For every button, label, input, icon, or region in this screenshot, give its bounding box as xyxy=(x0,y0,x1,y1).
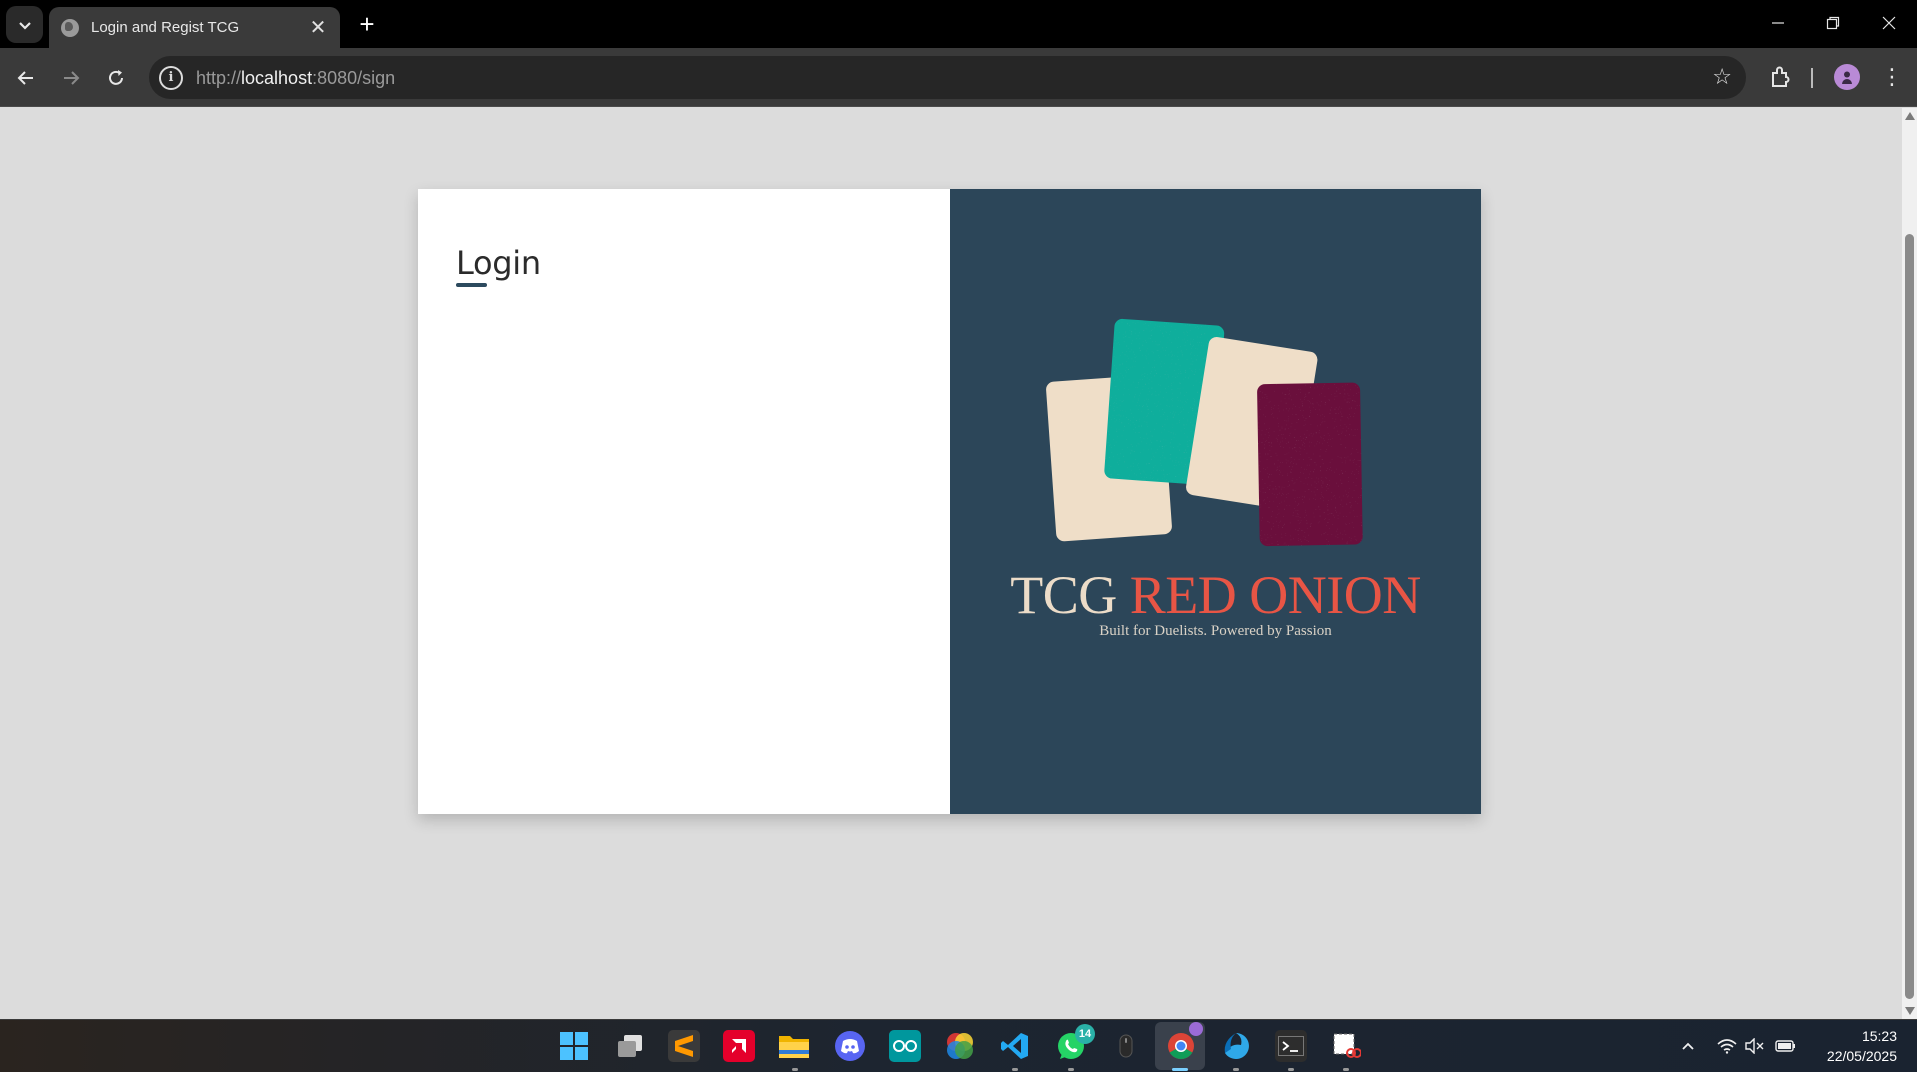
mouse-app-icon[interactable] xyxy=(1110,1030,1142,1062)
plus-icon: + xyxy=(359,9,375,39)
scroll-up-arrow[interactable] xyxy=(1905,112,1915,120)
chrome-icon[interactable] xyxy=(1165,1022,1203,1062)
window-close-icon xyxy=(1882,16,1896,30)
taskbar-running-indicator xyxy=(1068,1068,1074,1071)
edge-dev-icon[interactable] xyxy=(1220,1030,1252,1062)
amd-software-icon[interactable] xyxy=(723,1030,755,1062)
brand-name-accent: RED ONION xyxy=(1129,565,1421,625)
battery-icon[interactable] xyxy=(1775,1038,1797,1058)
taskbar-running-indicator xyxy=(1233,1068,1239,1071)
forward-button[interactable] xyxy=(55,62,87,94)
reload-icon xyxy=(109,70,123,85)
page-scrollbar[interactable] xyxy=(1902,108,1917,1019)
url-host: localhost xyxy=(241,68,313,88)
forward-icon xyxy=(64,71,80,85)
browser-tab-bar: Login and Regist TCG ✕ + xyxy=(0,0,1917,48)
reload-button[interactable] xyxy=(100,62,132,94)
chevron-up-icon[interactable] xyxy=(1680,1038,1696,1058)
task-view-icon[interactable] xyxy=(614,1030,646,1062)
extensions-button[interactable] xyxy=(1766,62,1796,92)
browser-toolbar: i http://localhost:8080/sign ☆ xyxy=(0,48,1917,107)
taskbar-running-indicator xyxy=(792,1068,798,1071)
url-scheme: http:// xyxy=(196,68,242,88)
color-wheel-app-icon[interactable] xyxy=(944,1030,976,1062)
restore-button[interactable] xyxy=(1813,8,1853,40)
tcg-cards-logo xyxy=(1046,318,1363,547)
discord-icon[interactable] xyxy=(834,1030,866,1062)
scroll-thumb[interactable] xyxy=(1905,234,1914,999)
brand-tagline: Built for Duelists. Powered by Passion xyxy=(1099,623,1332,639)
tab-close-button[interactable]: ✕ xyxy=(308,18,328,38)
taskbar-active-indicator xyxy=(1172,1068,1188,1071)
clock-time: 15:23 xyxy=(1861,1028,1897,1044)
whatsapp-badge: 14 xyxy=(1075,1024,1095,1044)
url-path: :8080/sign xyxy=(312,68,396,88)
new-tab-button[interactable]: + xyxy=(352,10,382,40)
tab-title: Login and Regist TCG xyxy=(91,19,240,36)
site-info-icon[interactable]: i xyxy=(159,66,183,90)
brand-name-prefix: TCG xyxy=(1010,565,1117,625)
sublime-text-icon[interactable] xyxy=(668,1030,700,1062)
maroon-card xyxy=(1257,382,1363,547)
terminal-icon[interactable] xyxy=(1275,1030,1307,1062)
chrome-profile-badge xyxy=(1189,1022,1203,1036)
globe-icon xyxy=(61,18,79,37)
address-bar[interactable]: i http://localhost:8080/sign ☆ xyxy=(149,56,1746,99)
menu-icon: ⋮ xyxy=(1881,64,1903,89)
restore-icon xyxy=(1826,16,1840,30)
vscode-icon[interactable] xyxy=(999,1030,1031,1062)
profile-icon xyxy=(1842,71,1852,84)
system-clock[interactable]: 15:23 22/05/2025 xyxy=(1827,1026,1897,1066)
minimize-button[interactable] xyxy=(1758,8,1798,40)
url-text[interactable]: http://localhost:8080/sign xyxy=(196,68,395,89)
login-heading: Login xyxy=(456,244,541,282)
extensions-icon xyxy=(1772,66,1790,87)
volume-muted-icon[interactable] xyxy=(1745,1037,1765,1058)
tab-list-icon xyxy=(18,21,31,30)
file-explorer-icon[interactable] xyxy=(778,1030,810,1062)
taskbar-running-indicator xyxy=(1343,1068,1349,1071)
clock-date: 22/05/2025 xyxy=(1826,1048,1897,1064)
window-close-button[interactable] xyxy=(1869,8,1909,40)
taskbar-running-indicator xyxy=(1012,1068,1018,1071)
browser-tab[interactable]: Login and Regist TCG ✕ xyxy=(49,7,340,48)
snipping-tool-icon[interactable] xyxy=(1330,1030,1362,1062)
scroll-down-arrow[interactable] xyxy=(1905,1007,1915,1015)
taskbar-running-indicator xyxy=(1288,1068,1294,1071)
login-card: Login TCG RED ONION Built for Duelists. … xyxy=(418,189,1481,814)
login-heading-underline xyxy=(456,283,487,287)
arduino-icon[interactable] xyxy=(889,1030,921,1062)
wifi-icon[interactable] xyxy=(1717,1038,1737,1058)
back-button[interactable] xyxy=(10,62,42,94)
login-form-panel: Login xyxy=(418,189,950,814)
whatsapp-icon[interactable]: 14 xyxy=(1055,1024,1095,1062)
back-icon xyxy=(17,71,33,85)
tab-list-button[interactable] xyxy=(6,6,43,43)
brand-panel: TCG RED ONION Built for Duelists. Powere… xyxy=(950,189,1481,814)
profile-avatar[interactable] xyxy=(1834,64,1860,90)
minimize-icon xyxy=(1772,22,1784,24)
brand-name: TCG RED ONION xyxy=(950,564,1481,626)
browser-menu-button[interactable]: ⋮ xyxy=(1880,60,1904,94)
windows-taskbar: 14 15:23 22/05/2025 xyxy=(0,1019,1917,1072)
bookmark-star-icon[interactable]: ☆ xyxy=(1712,64,1732,90)
windows-start-icon[interactable] xyxy=(558,1030,590,1062)
toolbar-separator xyxy=(1811,68,1813,88)
